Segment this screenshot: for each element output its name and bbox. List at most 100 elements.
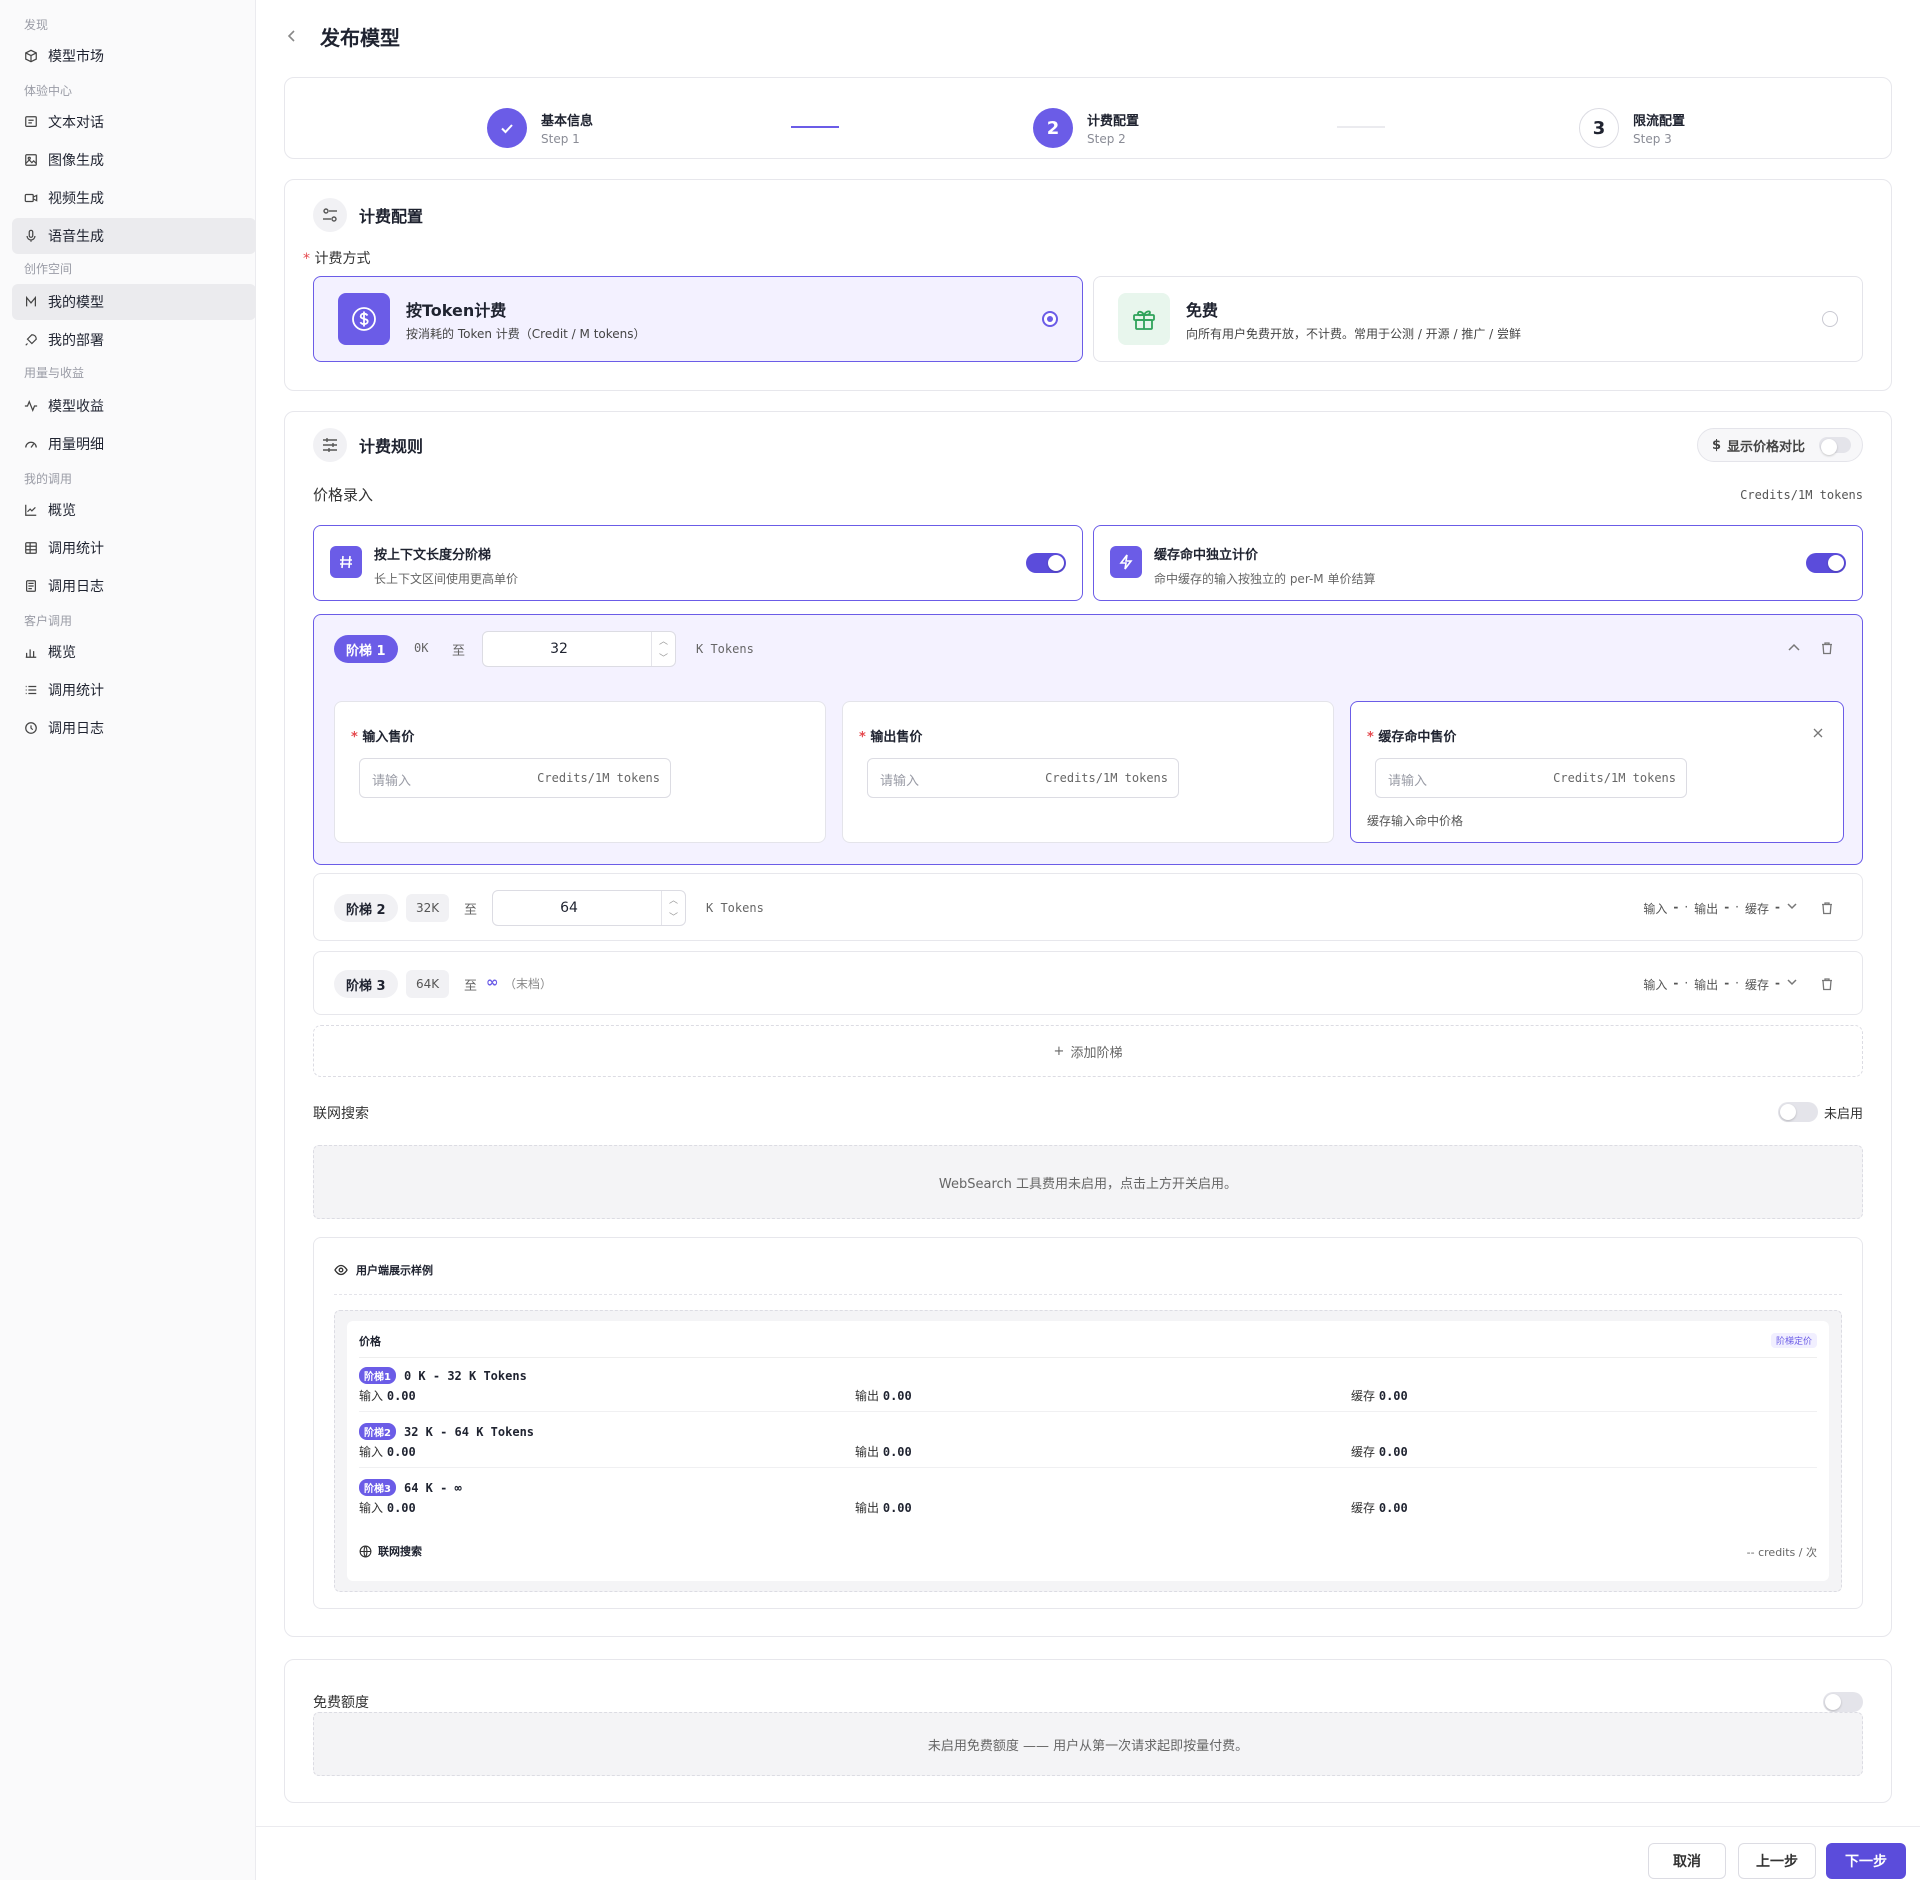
chat-icon xyxy=(25,116,37,127)
tiered-badge: 阶梯定价 xyxy=(1770,1333,1817,1348)
tier-3[interactable]: 阶梯 3 64K 至 ∞ （末档） 输入 - · 输出 - · 缓存 - xyxy=(313,951,1863,1015)
free-quota-card: 免费额度 未启用免费额度 —— 用户从第一次请求起即按量付费。 xyxy=(284,1659,1892,1803)
free-quota-placeholder: 未启用免费额度 —— 用户从第一次请求起即按量付费。 xyxy=(313,1712,1863,1776)
infinity-icon: ∞ xyxy=(486,973,499,991)
cancel-button[interactable]: 取消 xyxy=(1648,1843,1726,1879)
input-price-field[interactable]: 请输入 Credits/1M tokens xyxy=(359,758,671,798)
next-button[interactable]: 下一步 xyxy=(1826,1843,1906,1879)
input-price-box: * 输入售价 请输入 Credits/1M tokens xyxy=(334,701,826,843)
bar-icon xyxy=(25,649,37,658)
step-connector-1 xyxy=(791,126,839,128)
chevron-left-icon[interactable] xyxy=(286,28,298,44)
sidebar-item-model-revenue[interactable]: 模型收益 xyxy=(12,388,256,424)
websearch-label: 联网搜索 xyxy=(313,1106,369,1122)
sidebar-item-text-chat[interactable]: 文本对话 xyxy=(12,104,256,140)
sidebar-item-customer-overview[interactable]: 概览 xyxy=(12,634,256,670)
sidebar-item-video-gen[interactable]: 视频生成 xyxy=(12,180,256,216)
gauge-icon xyxy=(25,441,37,448)
chevron-up-icon: ︿ xyxy=(658,637,668,647)
chevron-down-icon: ﹀ xyxy=(658,654,668,664)
billing-rules-card: 计费规则 $ 显示价格对比 价格录入 Credits/1M tokens 按上下… xyxy=(284,411,1892,1637)
tier-1-header: 阶梯 1 0K 至 32 ︿ ﹀ K Tokens xyxy=(314,615,1862,683)
preview-row-2: 阶梯2 32 K - 64 K Tokens xyxy=(359,1423,534,1440)
video-icon xyxy=(24,193,38,203)
websearch-toggle[interactable]: 未启用 xyxy=(1777,1102,1863,1122)
sidebar-item-voice-gen[interactable]: 语音生成 xyxy=(12,218,256,254)
add-tier-button[interactable]: + 添加阶梯 xyxy=(313,1025,1863,1077)
billing-rules-header: 计费规则 xyxy=(313,428,423,462)
sidebar-item-image-gen[interactable]: 图像生成 xyxy=(12,142,256,178)
sidebar-group-usage: 用量与收益 xyxy=(24,366,85,380)
trash-icon[interactable] xyxy=(1820,641,1834,655)
step-3[interactable]: 3 限流配置 Step 3 xyxy=(1579,108,1685,148)
sidebar-group-my-calls: 我的调用 xyxy=(24,472,73,486)
trash-icon[interactable] xyxy=(1820,977,1834,991)
cache-price-field[interactable]: 请输入 Credits/1M tokens xyxy=(1375,758,1687,798)
main-content: 发布模型 基本信息 Step 1 2 计费配置 Step 2 3 限流配置 St xyxy=(256,0,1920,1880)
tier-1-stepper[interactable]: ︿ ﹀ xyxy=(651,632,675,666)
radio-token-billing[interactable] xyxy=(1042,311,1058,327)
websearch-switch[interactable] xyxy=(1777,1102,1818,1122)
rocket-icon xyxy=(25,334,37,346)
price-preview-panel: 价格 阶梯定价 阶梯1 0 K - 32 K Tokens 输入 0.00 输出 … xyxy=(347,1321,1829,1581)
sidebar-item-customer-call-stats[interactable]: 调用统计 xyxy=(12,672,256,708)
sidebar-item-my-deploy[interactable]: 我的部署 xyxy=(12,322,256,358)
free-quota-switch[interactable] xyxy=(1823,1692,1863,1712)
price-compare-switch[interactable] xyxy=(1819,437,1852,455)
websearch-placeholder: WebSearch 工具费用未启用，点击上方开关启用。 xyxy=(313,1145,1863,1219)
tiered-pricing-switch[interactable] xyxy=(1026,553,1066,573)
tier-2[interactable]: 阶梯 2 32K 至 64 ︿ ﹀ K Tokens 输入 - · 输出 - · 缓存 - xyxy=(313,873,1863,941)
price-entry-label: 价格录入 xyxy=(313,486,374,504)
billing-config-card: 计费配置 * 计费方式 按Token计费 按消耗的 Token 计费（Credi… xyxy=(284,179,1892,391)
tier-2-to-label: 至 xyxy=(464,903,478,918)
close-icon[interactable] xyxy=(1813,728,1823,738)
trash-icon[interactable] xyxy=(1820,901,1834,915)
sidebar-item-my-models[interactable]: 我的模型 xyxy=(12,284,256,320)
plus-icon: + xyxy=(1053,1043,1065,1059)
tier-1-unit: K Tokens xyxy=(696,642,754,656)
tier-2-unit: K Tokens xyxy=(706,901,764,915)
tier-1-to-input[interactable]: 32 ︿ ﹀ xyxy=(482,631,676,667)
sidebar-item-my-call-logs[interactable]: 调用日志 xyxy=(12,568,256,604)
tier-3-summary: 输入 - · 输出 - · 缓存 - xyxy=(1643,976,1798,993)
globe-icon xyxy=(359,1545,372,1557)
preview-websearch: 联网搜索 xyxy=(359,1543,422,1559)
tier-3-last-label: （末档） xyxy=(504,977,553,991)
preview-row-1: 阶梯1 0 K - 32 K Tokens xyxy=(359,1367,527,1384)
step-2[interactable]: 2 计费配置 Step 2 xyxy=(1033,108,1139,148)
output-price-field[interactable]: 请输入 Credits/1M tokens xyxy=(867,758,1179,798)
free-quota-label: 免费额度 xyxy=(313,1695,369,1711)
price-compare-toggle[interactable]: $ 显示价格对比 xyxy=(1697,428,1863,462)
cache-pricing-option[interactable]: 缓存命中独立计价 命中缓存的输入按独立的 per-M 单价结算 xyxy=(1093,525,1863,601)
tier-3-from: 64K xyxy=(406,970,450,998)
option-token-billing[interactable]: 按Token计费 按消耗的 Token 计费（Credit / M tokens… xyxy=(313,276,1083,362)
chevron-up-icon: ︿ xyxy=(668,896,678,906)
box-icon xyxy=(25,49,37,63)
sidebar-item-customer-call-logs[interactable]: 调用日志 xyxy=(12,710,256,746)
sidebar-item-usage-detail[interactable]: 用量明细 xyxy=(12,426,256,462)
tier-3-pill: 阶梯 3 xyxy=(334,970,398,998)
cache-pricing-switch[interactable] xyxy=(1806,553,1846,573)
radio-free[interactable] xyxy=(1822,311,1838,327)
cache-price-hint: 缓存输入命中价格 xyxy=(1367,814,1464,828)
image-icon xyxy=(25,154,37,166)
prev-button[interactable]: 上一步 xyxy=(1738,1843,1816,1879)
sidebar-item-my-overview[interactable]: 概览 xyxy=(12,492,256,528)
sidebar-item-my-call-stats[interactable]: 调用统计 xyxy=(12,530,256,566)
table-icon xyxy=(25,542,37,554)
step-1[interactable]: 基本信息 Step 1 xyxy=(487,108,593,148)
sidebar-item-model-market[interactable]: 模型市场 xyxy=(12,38,256,74)
tiered-pricing-option[interactable]: 按上下文长度分阶梯 长上下文区间使用更高单价 xyxy=(313,525,1083,601)
chevron-up-icon[interactable] xyxy=(1788,643,1800,651)
tier-2-stepper[interactable]: ︿ ﹀ xyxy=(661,891,685,925)
chevron-down-icon[interactable] xyxy=(1786,976,1798,988)
chevron-down-icon: ﹀ xyxy=(668,913,678,923)
billing-config-header: 计费配置 xyxy=(313,198,423,232)
tier-2-to-input[interactable]: 64 ︿ ﹀ xyxy=(492,890,686,926)
cache-price-box: * 缓存命中售价 请输入 Credits/1M tokens 缓存输入命中价格 xyxy=(1350,701,1844,843)
output-price-box: * 输出售价 请输入 Credits/1M tokens xyxy=(842,701,1334,843)
sidebar: 发现 模型市场 体验中心 文本对话 图像生成 视频生成 语音生成 创作空间 我的… xyxy=(0,0,256,1880)
list-icon xyxy=(25,685,37,695)
chevron-down-icon[interactable] xyxy=(1786,900,1798,912)
option-free[interactable]: 免费 向所有用户免费开放，不计费。常用于公测 / 开源 / 推广 / 尝鲜 xyxy=(1093,276,1863,362)
